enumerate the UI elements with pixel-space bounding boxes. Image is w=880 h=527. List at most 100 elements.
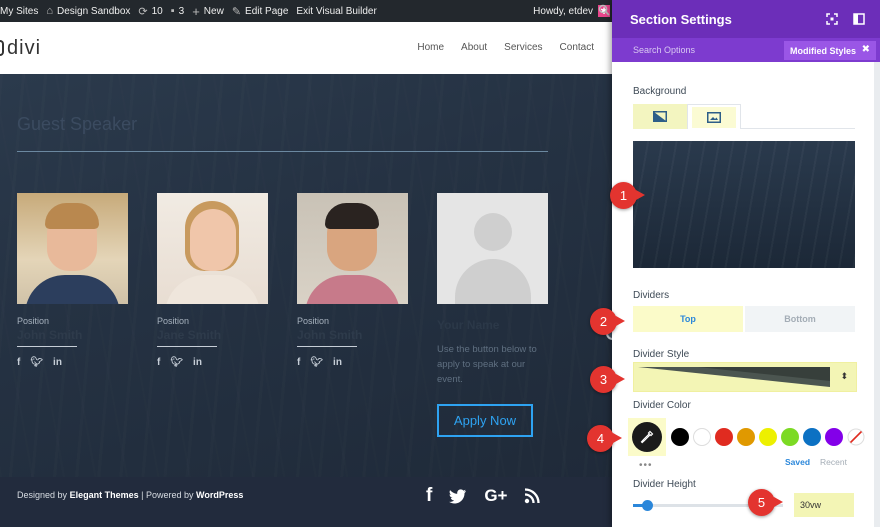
apply-now-button[interactable]: Apply Now	[437, 404, 533, 437]
twitter-icon[interactable]: 🐦︎	[310, 357, 323, 368]
facebook-icon[interactable]: f	[297, 357, 300, 368]
swatch-color[interactable]	[671, 428, 689, 446]
twitter-icon[interactable]: 🐦︎	[170, 357, 183, 368]
callout-1: 1	[610, 182, 645, 209]
updates-link[interactable]: ⟳ 10	[138, 5, 162, 18]
plus-icon: +	[192, 3, 200, 19]
face-shape	[190, 209, 236, 271]
nav-contact[interactable]: Contact	[560, 42, 594, 53]
social-links: f 🐦︎ in	[157, 357, 268, 368]
exit-builder-label: Exit Visual Builder	[296, 5, 377, 17]
divider-style-select[interactable]: ⬍	[633, 362, 857, 392]
search-options-input[interactable]: Search Options	[633, 45, 695, 55]
comments-link[interactable]: ▪ 3	[171, 5, 184, 17]
speaker-name: Jane Smith	[157, 328, 222, 342]
divider-color-picker[interactable]	[628, 418, 666, 456]
guest-speaker-section[interactable]: Guest Speaker Position John Smith f 🐦︎ i…	[0, 74, 612, 477]
dock-panel-icon[interactable]	[852, 12, 866, 26]
divider-height-input[interactable]: 30vw	[794, 493, 854, 517]
no-color-swatch-icon[interactable]	[847, 428, 865, 446]
callout-3: 3	[590, 366, 625, 393]
color-swatches	[671, 428, 865, 446]
more-options-icon[interactable]: •••	[639, 460, 653, 471]
callout-2: 2	[590, 308, 625, 335]
background-label: Background	[633, 86, 687, 97]
fullscreen-icon[interactable]	[825, 12, 839, 26]
placeholder-avatar-icon	[437, 193, 548, 304]
speaker-name: John Smith	[297, 328, 363, 342]
background-image-tab[interactable]	[687, 104, 741, 129]
recent-colors-tab[interactable]: Recent	[820, 457, 847, 467]
facebook-icon[interactable]: f	[157, 357, 160, 368]
callout-5: 5	[748, 489, 783, 516]
divider-position-tabs: Top Bottom	[633, 306, 855, 332]
comment-icon: ▪	[170, 5, 175, 17]
speaker-card[interactable]: Position John Smith f 🐦︎ in	[297, 193, 408, 368]
gradient-icon	[653, 111, 667, 122]
my-sites-label: My Sites	[0, 5, 39, 17]
swatch-color[interactable]	[737, 428, 755, 446]
facebook-icon[interactable]: f	[426, 485, 432, 507]
swatch-color[interactable]	[781, 428, 799, 446]
image-icon	[707, 111, 721, 123]
slider-handle[interactable]	[641, 500, 653, 511]
speaker-card-placeholder[interactable]: Your Name	[437, 193, 548, 332]
nav-services[interactable]: Services	[504, 42, 542, 53]
linkedin-icon[interactable]: in	[53, 357, 62, 368]
background-gradient-tab[interactable]	[633, 104, 687, 129]
panel-scrollbar[interactable]	[874, 62, 880, 527]
speaker-card[interactable]: Position Jane Smith f 🐦︎ in	[157, 193, 268, 368]
nav-home[interactable]: Home	[417, 42, 444, 53]
hair-shape	[45, 203, 99, 229]
swatch-color[interactable]	[825, 428, 843, 446]
powered-by-text: | Powered by	[141, 490, 194, 500]
section-divider-line	[17, 151, 548, 152]
speaker-photo	[17, 193, 128, 304]
my-sites-link[interactable]: My Sites	[0, 6, 38, 17]
linkedin-icon[interactable]: in	[333, 357, 342, 368]
modified-styles-filter[interactable]: Modified Styles ✖	[783, 41, 876, 60]
swatch-color[interactable]	[803, 428, 821, 446]
designed-by-text: Designed by	[17, 490, 68, 500]
callout-4: 4	[587, 425, 622, 452]
footer-social-links: f G+	[426, 485, 541, 507]
panel-header: Section Settings	[612, 0, 880, 38]
swatch-color[interactable]	[693, 428, 711, 446]
saved-colors-tab[interactable]: Saved	[785, 457, 810, 467]
swatch-color[interactable]	[715, 428, 733, 446]
site-header: divi Home About Services Contact	[0, 22, 612, 74]
site-name-label: Design Sandbox	[57, 5, 131, 17]
speaker-photo	[157, 193, 268, 304]
speaker-position: Position	[297, 316, 330, 326]
refresh-icon: ⟳	[138, 5, 148, 18]
divider-style-label: Divider Style	[633, 349, 690, 360]
facebook-icon[interactable]: f	[17, 357, 20, 368]
divider-color-label: Divider Color	[633, 400, 691, 411]
site-name-link[interactable]: ⌂ Design Sandbox	[46, 5, 130, 17]
edit-page-link[interactable]: ✎ Edit Page	[232, 5, 289, 18]
nav-about[interactable]: About	[461, 42, 487, 53]
swatch-color[interactable]	[759, 428, 777, 446]
pencil-icon: ✎	[231, 5, 242, 18]
divider-tab-bottom[interactable]: Bottom	[745, 306, 855, 332]
close-icon[interactable]: ✖	[862, 44, 870, 55]
linkedin-icon[interactable]: in	[193, 357, 202, 368]
twitter-icon[interactable]	[449, 488, 467, 504]
wordpress-link[interactable]: WordPress	[196, 490, 243, 500]
site-footer: Designed by Elegant Themes | Powered by …	[0, 477, 612, 527]
main-nav: Home About Services Contact	[417, 42, 594, 53]
speaker-card[interactable]: Position John Smith f 🐦︎ in	[17, 193, 128, 368]
new-link[interactable]: + New	[192, 4, 224, 19]
site-logo[interactable]: divi	[0, 37, 41, 60]
comments-count: 3	[178, 5, 185, 17]
exit-builder-link[interactable]: Exit Visual Builder	[296, 6, 376, 17]
elegant-themes-link[interactable]: Elegant Themes	[70, 490, 139, 500]
home-icon: ⌂	[46, 5, 53, 17]
divider-tab-top[interactable]: Top	[633, 306, 743, 332]
search-icon[interactable]	[598, 4, 610, 16]
speaker-name: Your Name	[437, 318, 500, 332]
google-plus-icon[interactable]: G+	[484, 486, 507, 506]
rss-icon[interactable]	[524, 488, 541, 504]
background-image-preview[interactable]	[633, 141, 855, 268]
twitter-icon[interactable]: 🐦︎	[30, 357, 43, 368]
